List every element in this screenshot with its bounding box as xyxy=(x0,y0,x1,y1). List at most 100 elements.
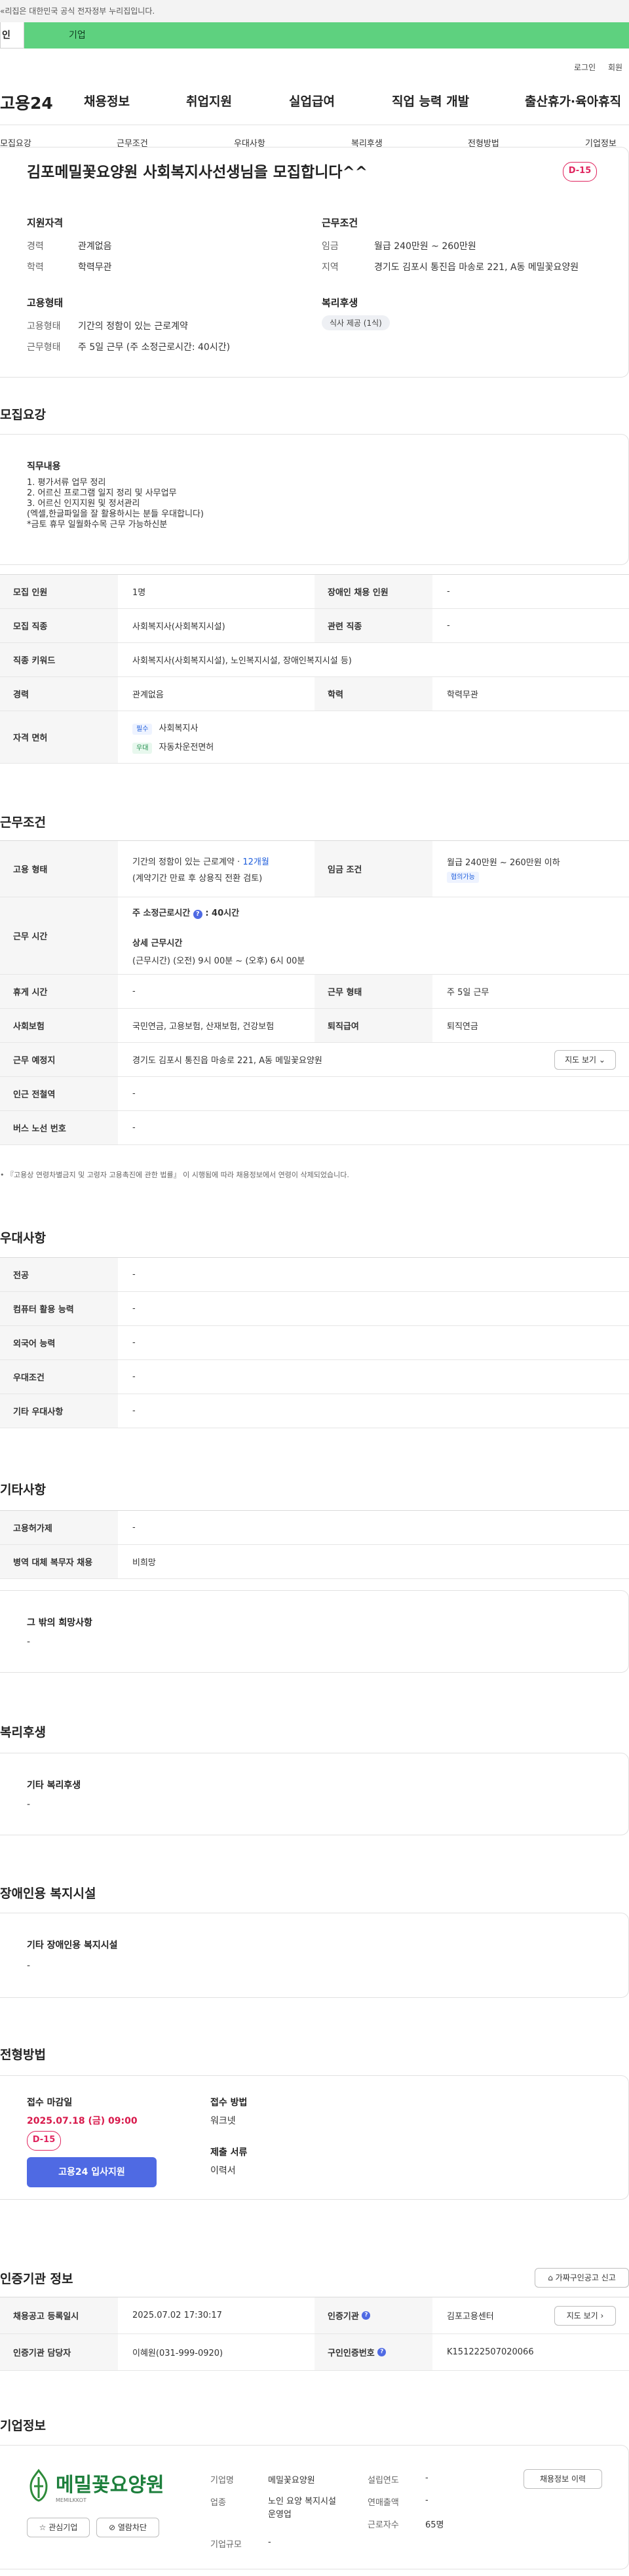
info-icon[interactable]: ? xyxy=(362,2311,371,2320)
block-company-button[interactable]: ⊘ 열람차단 xyxy=(96,2518,159,2537)
audience-tabs: 인 기업 xyxy=(0,22,629,49)
recruit-table: 모집 인원 1명 장애인 채용 인원 - 모집 직종 사회복지사(사회복지시설)… xyxy=(0,574,629,764)
apply-card: 접수 마감일 2025.07.18 (금) 09:00 D-15 고용24 입사… xyxy=(0,2075,629,2200)
table-header-cell: 인증기관 담당자 xyxy=(0,2334,118,2370)
table-cell: 2025.07.02 17:30:17 xyxy=(132,2311,222,2320)
menu-jobs[interactable]: 채용정보 xyxy=(84,92,130,109)
welfare-heading: 복리후생 xyxy=(322,297,358,309)
disabled-card: 기타 장애인용 복지시설 - xyxy=(0,1913,629,1998)
table-row: 모집 인원 1명 장애인 채용 인원 - xyxy=(0,575,629,609)
table-header-cell: 채용공고 등록일시 xyxy=(0,2297,118,2333)
table-header-cell: 모집 직종 xyxy=(0,609,118,642)
table-header-cell: 휴게 시간 xyxy=(0,975,118,1008)
qual-heading: 지원자격 xyxy=(27,217,64,229)
chevron-down-icon: ⌄ xyxy=(598,1055,605,1064)
menu-employment-support[interactable]: 취업지원 xyxy=(186,92,232,109)
info-icon[interactable]: ? xyxy=(377,2348,387,2356)
signup-link[interactable]: 회원 xyxy=(608,62,622,73)
table-row: 채용공고 등록일시 2025.07.02 17:30:17 인증기관 ? 김포고… xyxy=(0,2297,629,2334)
work-place: 경기도 김포시 통진읍 마송로 221, A동 메밀꽃요양원 xyxy=(132,1056,322,1066)
table-row: 모집 직종 사회복지사(사회복지시설) 관련 직종 - xyxy=(0,609,629,643)
table-row: 직종 키워드 사회복지사(사회복지시설), 노인복지시설, 장애인복지시설 등) xyxy=(0,643,629,677)
company-field-label: 연매출액 xyxy=(368,2498,399,2508)
table-header-cell: 병역 대체 복무자 채용 xyxy=(0,1545,118,1578)
table-header-cell: 직종 키워드 xyxy=(0,643,118,676)
table-cell: 관계없음 xyxy=(132,690,164,700)
required-tag: 필수 xyxy=(132,723,153,735)
table-cell: 국민연금, 고용보험, 산재보험, 건강보험 xyxy=(132,1022,275,1032)
table-row: 사회보험 국민연금, 고용보험, 산재보험, 건강보험 퇴직급여 퇴직연금 xyxy=(0,1009,629,1043)
age-footnote: • 『고용상 연령차별금지 및 고령자 고용촉진에 관한 법률』 이 시행됨에 … xyxy=(0,1171,349,1179)
table-cell: 이혜원(031-999-0920) xyxy=(132,2349,223,2358)
duty-heading: 직무내용 xyxy=(27,461,61,472)
table-header-cell: 전공 xyxy=(0,1258,118,1291)
menu-skills-dev[interactable]: 직업 능력 개발 xyxy=(392,92,469,109)
table-row: 고용허가제 - xyxy=(0,1511,629,1545)
qual-label: 학력 xyxy=(27,262,44,273)
emp-value: 기간의 정함이 있는 근로계약 xyxy=(78,321,188,332)
table-row: 전공 - xyxy=(0,1258,629,1292)
docs-heading: 제출 서류 xyxy=(210,2147,248,2158)
deadline-heading: 접수 마감일 xyxy=(27,2098,73,2108)
emp-value: 주 5일 근무 (주 소정근로시간: 40시간) xyxy=(78,342,231,353)
report-fake-job-button[interactable]: ⌂ 가짜구인공고 신고 xyxy=(535,2268,629,2288)
emp-heading: 고용형태 xyxy=(27,297,64,309)
emp-label: 근무형태 xyxy=(27,342,61,353)
cond-label: 임금 xyxy=(322,241,339,252)
benefit-card: 기타 복리후생 - xyxy=(0,1753,629,1835)
tab-personal[interactable]: 인 xyxy=(0,22,24,49)
table-cell: 1명 xyxy=(132,588,146,598)
cond-label: 지역 xyxy=(322,262,339,273)
apply-button[interactable]: 고용24 입사지원 xyxy=(27,2157,157,2187)
table-header-cell: 고용 형태 xyxy=(0,841,118,897)
contract-months: 12개월 xyxy=(242,857,269,867)
favorite-company-button[interactable]: ☆ 관심기업 xyxy=(27,2518,90,2537)
table-header-cell: 모집 인원 xyxy=(0,575,118,608)
company-logo: 메밀꽃요양원 MEMILKKOT xyxy=(27,2468,164,2503)
work-title: 근무조건 xyxy=(0,815,46,830)
hours-main-value: : 40시간 xyxy=(205,908,240,918)
menu-unemployment-benefit[interactable]: 실업급여 xyxy=(289,92,335,109)
job-history-button[interactable]: 채용정보 이력 xyxy=(524,2469,602,2489)
hours-main-label: 주 소정근로시간 xyxy=(132,908,191,918)
table-header-cell: 경력 xyxy=(0,677,118,711)
company-size: - xyxy=(268,2537,271,2547)
table-cell: 퇴직연금 xyxy=(447,1022,478,1032)
table-cell: 비희망 xyxy=(132,1558,156,1568)
site-logo[interactable]: 고용24 xyxy=(0,90,53,114)
duty-card: 직무내용 1. 평가서류 업무 정리 2. 어르신 프로그램 일지 정리 및 사… xyxy=(0,434,629,565)
company-field-label: 근로자수 xyxy=(368,2520,399,2530)
company-logo-text: 메밀꽃요양원 xyxy=(56,2473,164,2497)
table-cell: - xyxy=(132,986,136,996)
table-row: 휴게 시간 - 근무 형태 주 5일 근무 xyxy=(0,975,629,1009)
table-row: 경력 관계없음 학력 학력무관 xyxy=(0,677,629,711)
gov-notice-bar: «리집은 대한민국 공식 전자정부 누리집입니다. xyxy=(0,0,629,22)
license-name: 사회복지사 xyxy=(159,723,199,733)
license-name: 자동차운전면허 xyxy=(159,742,214,752)
qual-value: 학력무관 xyxy=(78,262,112,273)
preferred-tag: 우대 xyxy=(132,742,153,754)
annual-revenue: - xyxy=(425,2495,429,2505)
table-cell: - xyxy=(447,587,450,596)
duty-line: *금토 휴무 일월화수목 근무 가능하신분 xyxy=(27,520,168,530)
cond-heading: 근무조건 xyxy=(322,217,358,229)
info-icon[interactable]: ? xyxy=(193,909,202,919)
table-cell: - xyxy=(132,1089,136,1099)
menu-parental-leave[interactable]: 출산휴가·육아휴직 xyxy=(525,92,621,109)
table-header-cell: 인증기관 ? xyxy=(314,2297,432,2333)
block-label: 열람차단 xyxy=(117,2523,147,2532)
company-field-label: 기업명 xyxy=(210,2476,234,2486)
table-header-cell: 버스 노선 번호 xyxy=(0,1111,118,1144)
welfare-tag: 식사 제공 (1식) xyxy=(322,315,390,330)
login-link[interactable]: 로그인 xyxy=(574,62,596,73)
table-cell: 사회복지사(사회복지시설), 노인복지시설, 장애인복지시설 등) xyxy=(132,656,352,666)
center-map-button[interactable]: 지도 보기 › xyxy=(554,2306,616,2326)
benefit-title: 복리후생 xyxy=(0,1725,46,1740)
disabled-heading: 기타 장애인용 복지시설 xyxy=(27,1940,118,1951)
map-button[interactable]: 지도 보기 ⌄ xyxy=(554,1050,616,1070)
table-row: 컴퓨터 활용 능력 - xyxy=(0,1292,629,1326)
qual-value: 관계없음 xyxy=(78,241,112,252)
table-header-cell: 고용허가제 xyxy=(0,1511,118,1544)
tab-business[interactable]: 기업 xyxy=(24,22,629,49)
table-header-cell: 외국어 능력 xyxy=(0,1326,118,1359)
